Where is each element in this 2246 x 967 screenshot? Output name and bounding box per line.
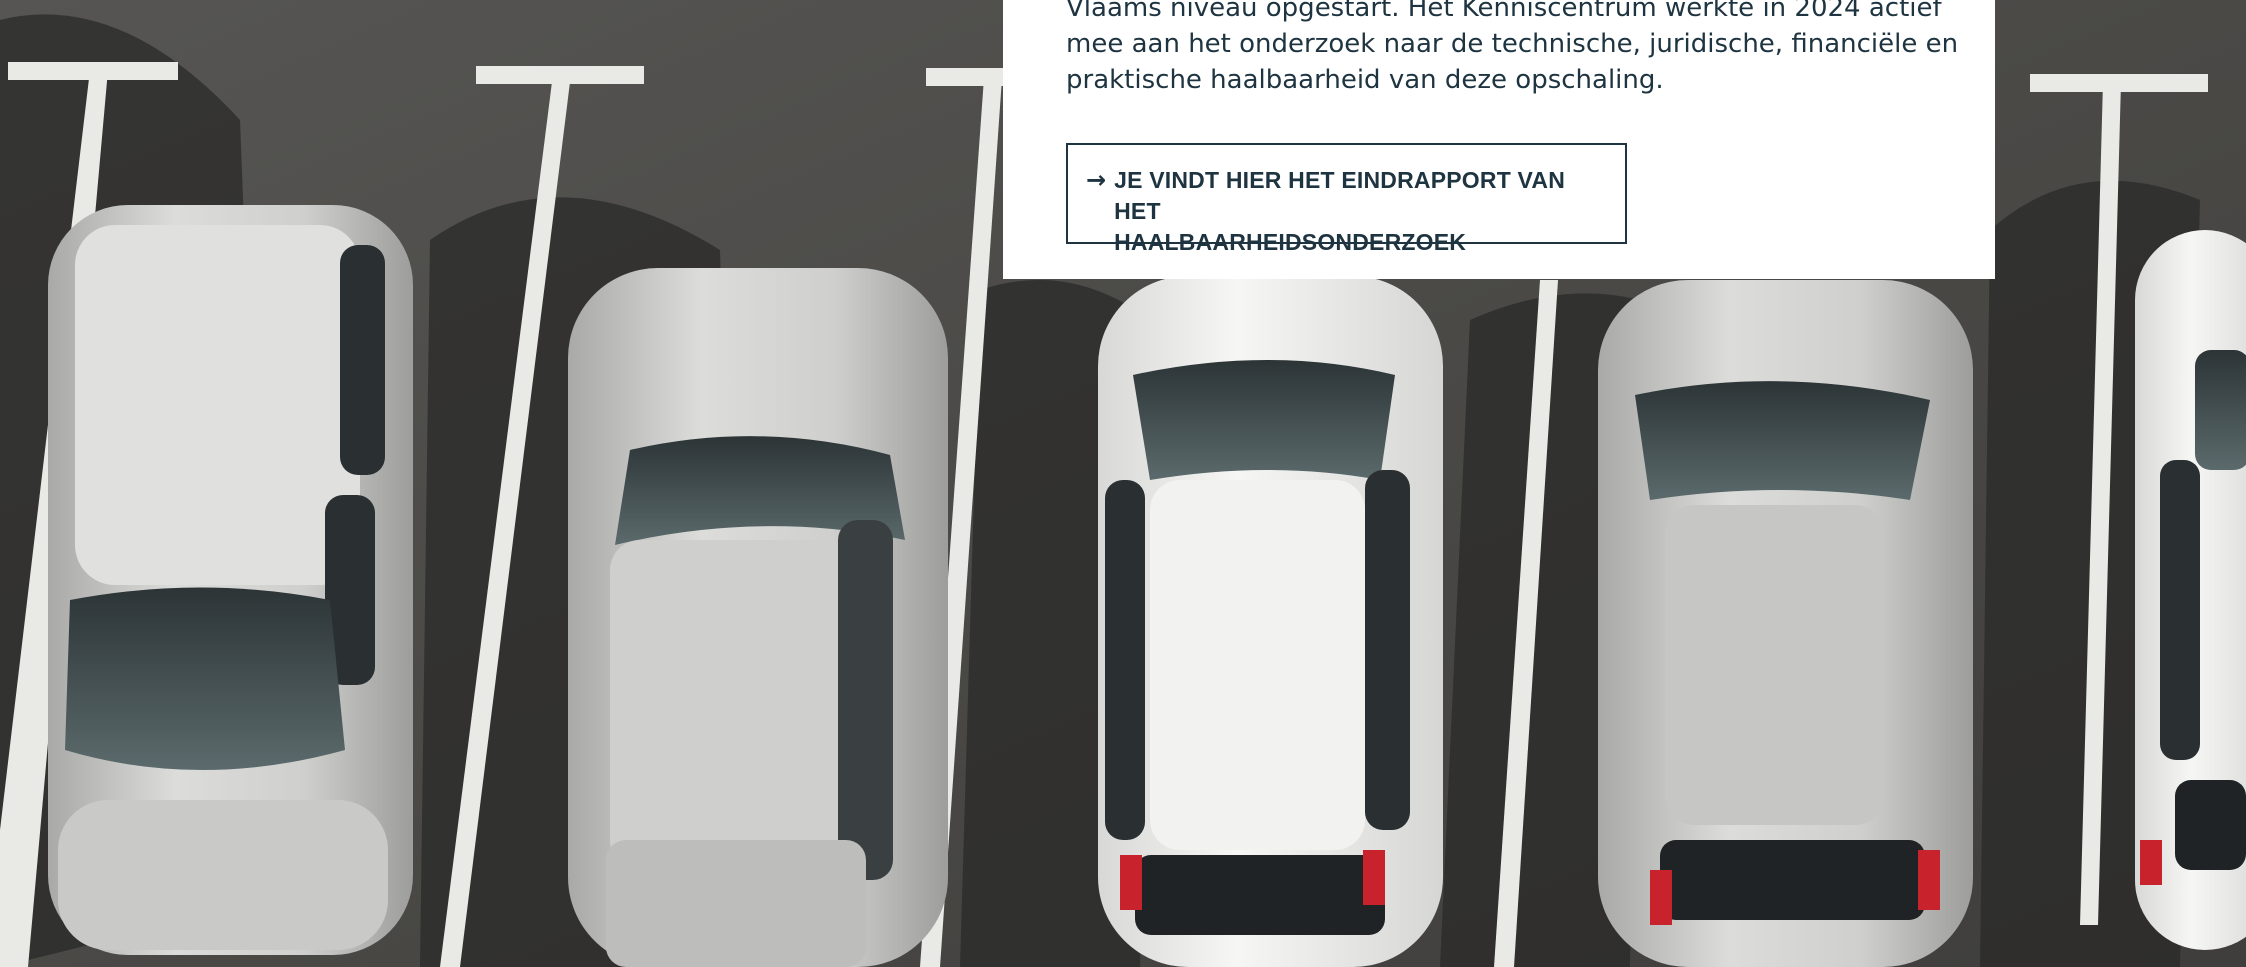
arrow-right-icon: → [1086, 166, 1107, 194]
intro-line: mee aan het onderzoek naar de technische… [1066, 29, 1959, 59]
cta-label-line: HAALBAARHEIDSONDERZOEK [1114, 229, 1467, 255]
intro-paragraph: Vlaams niveau opgestart. Het Kenniscentr… [1066, 0, 1959, 98]
cta-label: JE VINDT HIER HET EINDRAPPORT VAN HET HA… [1114, 165, 1607, 258]
cta-label-line: JE VINDT HIER HET EINDRAPPORT VAN HET [1114, 167, 1565, 224]
content-card: Vlaams niveau opgestart. Het Kenniscentr… [1003, 0, 1995, 279]
intro-line: Vlaams niveau opgestart. Het Kenniscentr… [1066, 0, 1942, 23]
intro-line: praktische haalbaarheid van deze opschal… [1066, 65, 1664, 95]
eindrapport-link-button[interactable]: → JE VINDT HIER HET EINDRAPPORT VAN HET … [1066, 143, 1627, 255]
